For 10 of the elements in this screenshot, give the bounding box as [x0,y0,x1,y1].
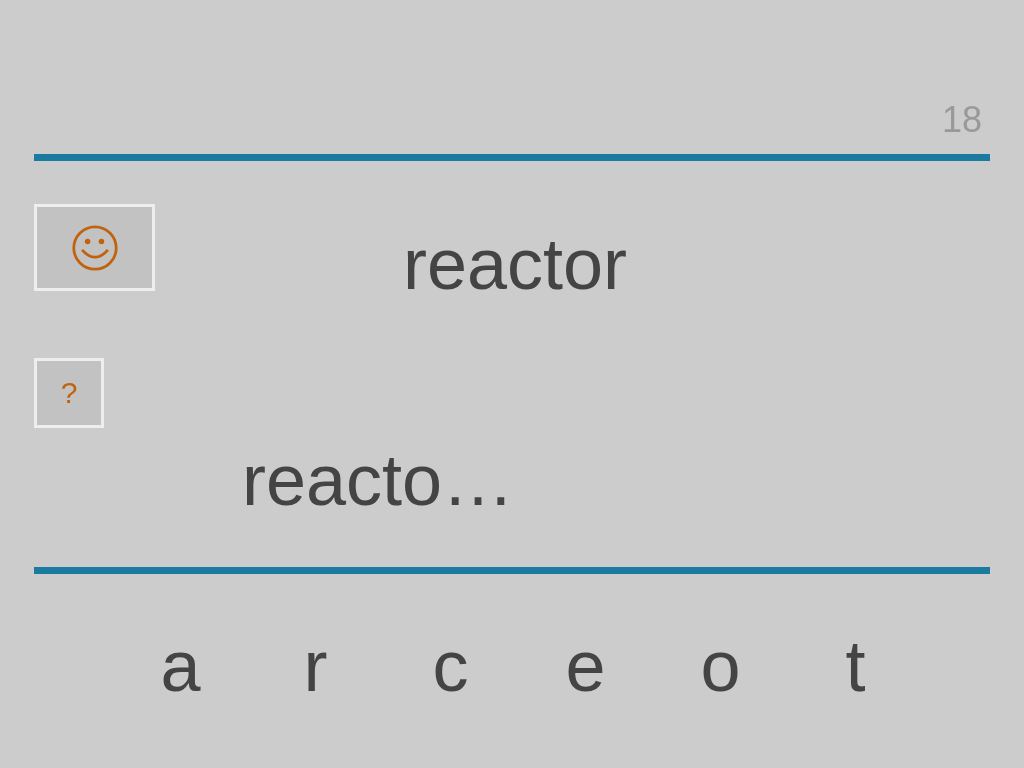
answer-text: reacto… [242,444,516,522]
letter-tile[interactable]: a [160,630,201,702]
target-word: reactor [403,228,628,300]
letter-tile[interactable]: r [303,630,328,702]
smiley-icon [70,223,119,272]
letter-tile[interactable]: c [432,630,469,702]
letter-tile[interactable]: t [845,630,866,702]
letter-tile[interactable]: e [565,630,606,702]
letter-tile[interactable]: o [700,630,741,702]
smiley-button[interactable] [34,204,155,291]
